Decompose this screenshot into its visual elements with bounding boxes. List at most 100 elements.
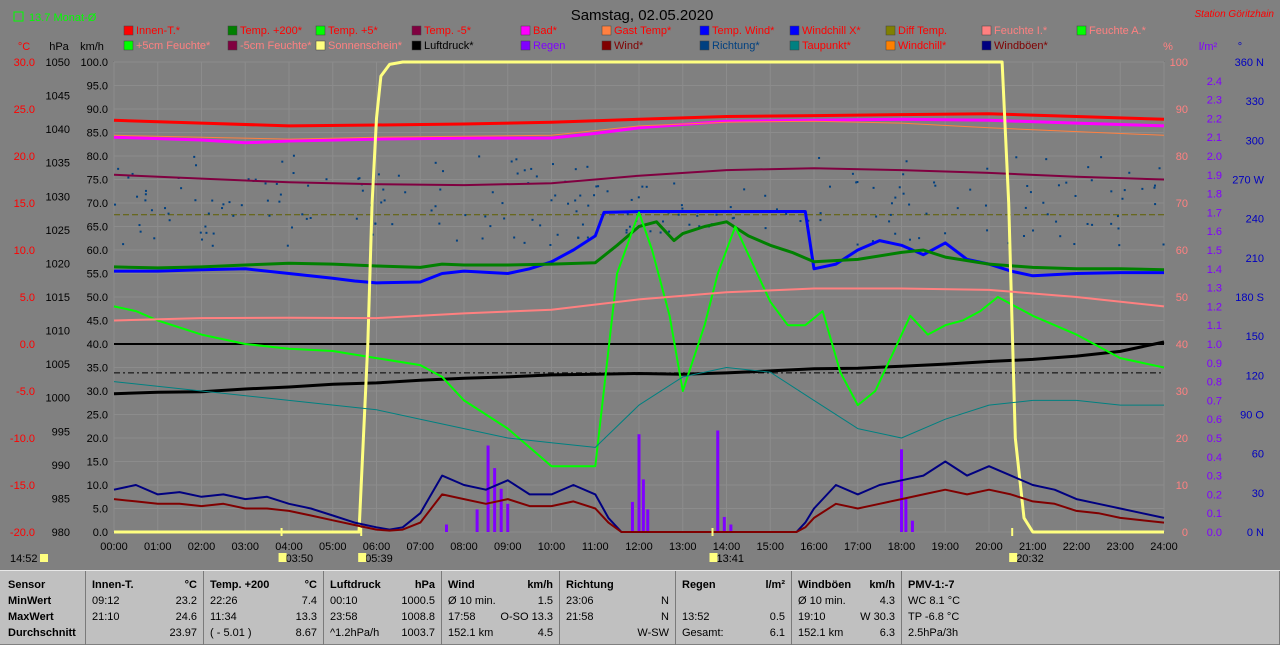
- direction-dot: [1024, 206, 1027, 209]
- legend-swatch: [411, 40, 422, 51]
- stat-unit: °C: [184, 579, 197, 591]
- direction-dot: [888, 220, 891, 223]
- direction-dot: [278, 200, 281, 203]
- y-tick-label: 210: [1246, 253, 1264, 265]
- marker-time: 05:39: [365, 553, 393, 565]
- direction-dot: [279, 193, 282, 196]
- direction-dot: [574, 168, 577, 171]
- stat-cell: N: [661, 595, 669, 607]
- direction-dot: [281, 160, 284, 163]
- stat-row: [682, 595, 785, 610]
- direction-dot: [164, 207, 167, 210]
- direction-dot: [889, 213, 892, 216]
- rain-bar: [910, 520, 914, 532]
- x-tick-label: 22:00: [1063, 541, 1091, 553]
- y-tick-label: 1.9: [1207, 170, 1222, 182]
- direction-dot: [1015, 156, 1018, 159]
- stat-cell: TP -6.8 °C: [908, 611, 960, 623]
- stat-cell: 09:12: [92, 595, 120, 607]
- legend-label: Feuchte I.*: [994, 25, 1048, 37]
- x-tick-label: 16:00: [800, 541, 828, 553]
- y-tick-label: 1050: [46, 57, 70, 69]
- stat-cell: 1008.8: [401, 611, 435, 623]
- direction-dot: [637, 196, 640, 199]
- direction-dot: [606, 190, 609, 193]
- stat-cell: 2.5hPa/3h: [908, 627, 959, 639]
- direction-dot: [855, 181, 858, 184]
- y-tick-label: 180 S: [1235, 292, 1264, 304]
- y-tick-label: 60: [1252, 449, 1264, 461]
- direction-dot: [1042, 201, 1045, 204]
- direction-dot: [201, 238, 204, 241]
- direction-dot: [325, 178, 328, 181]
- direction-dot: [275, 182, 278, 185]
- direction-dot: [1110, 190, 1113, 193]
- y-tick-label: 0.0: [1207, 527, 1222, 539]
- stat-cell: W-SW: [637, 627, 669, 639]
- y-tick-label: 2.2: [1207, 113, 1222, 125]
- stat-cell: Ø 10 min.: [798, 595, 846, 607]
- direction-dot: [587, 204, 590, 207]
- direction-dot: [144, 193, 147, 196]
- stat-cell: 21:58: [566, 611, 594, 623]
- legend-label: Windchill*: [898, 40, 947, 52]
- direction-dot: [625, 231, 628, 234]
- stat-column: Temp. +200 °C 22:26 7.4 11:34 13.3 ( - 5.01 ) 8…: [204, 571, 324, 645]
- stat-row: 13:52 0.5: [682, 611, 785, 626]
- stat-cell: 23:58: [330, 611, 358, 623]
- direction-dot: [799, 220, 802, 223]
- direction-dot: [593, 194, 596, 197]
- legend-label: Richtung*: [712, 40, 760, 52]
- y-tick-label: 95.0: [87, 81, 108, 93]
- station-name: Station Göritzhain: [1195, 9, 1275, 20]
- direction-dot: [442, 170, 445, 173]
- direction-dot: [1128, 171, 1131, 174]
- axis-unit-label: °C: [18, 41, 30, 53]
- stat-row: ( - 5.01 ) 8.67: [210, 627, 317, 642]
- monthly-average: 13.7 Monat-Ø: [29, 12, 97, 24]
- y-tick-label: 1.1: [1207, 320, 1222, 332]
- direction-dot: [586, 165, 589, 168]
- y-tick-label: 0: [1182, 527, 1188, 539]
- direction-dot: [523, 241, 526, 244]
- direction-dot: [1154, 203, 1157, 206]
- stat-header: Wind km/h: [448, 579, 553, 594]
- direction-dot: [925, 212, 928, 215]
- x-tick-label: 07:00: [406, 541, 434, 553]
- direction-dot: [481, 237, 484, 240]
- statistics-panel: Sensor MinWert MaxWert Durchschnitt Inne…: [0, 570, 1280, 645]
- stat-cell: 19:10: [798, 611, 826, 623]
- stat-row: 09:12 23.2: [92, 595, 197, 610]
- direction-dot: [1158, 167, 1161, 170]
- direction-dot: [382, 188, 385, 191]
- direction-dot: [205, 231, 208, 234]
- direction-dot: [933, 181, 936, 184]
- direction-dot: [240, 204, 243, 207]
- direction-dot: [361, 189, 364, 192]
- direction-dot: [905, 160, 908, 163]
- y-tick-label: 40.0: [87, 339, 108, 351]
- direction-dot: [902, 192, 905, 195]
- y-tick-label: 120: [1246, 370, 1264, 382]
- y-tick-label: 150: [1246, 331, 1264, 343]
- direction-dot: [144, 189, 147, 192]
- direction-dot: [1059, 235, 1062, 238]
- y-tick-label: 15.0: [87, 457, 108, 469]
- direction-dot: [1086, 222, 1089, 225]
- direction-dot: [138, 224, 141, 227]
- stat-cell: 21:10: [92, 611, 120, 623]
- direction-dot: [681, 207, 684, 210]
- legend-swatch: [789, 40, 800, 51]
- y-tick-label: 0.6: [1207, 414, 1222, 426]
- y-tick-label: 1.6: [1207, 226, 1222, 238]
- direction-dot: [1055, 220, 1058, 223]
- rain-bar: [716, 430, 720, 532]
- sun-icon: [1009, 553, 1018, 562]
- direction-dot: [785, 212, 788, 215]
- y-tick-label: 995: [52, 426, 70, 438]
- rain-bar: [637, 434, 641, 532]
- legend-swatch: [227, 40, 238, 51]
- stat-cell: ^1.2hPa/h: [330, 627, 380, 639]
- stat-cell: 0.5: [769, 611, 785, 623]
- direction-dot: [455, 239, 458, 242]
